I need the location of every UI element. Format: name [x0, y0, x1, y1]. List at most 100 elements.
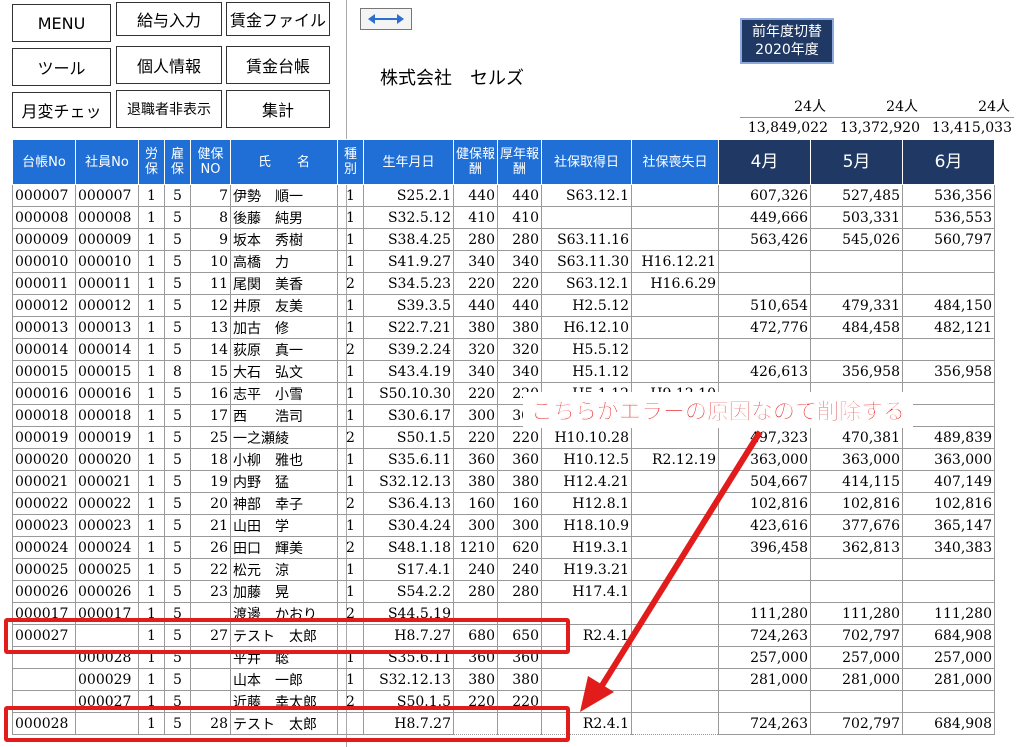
table-cell[interactable] — [631, 514, 719, 537]
table-cell[interactable]: 1 — [138, 470, 165, 493]
table-cell[interactable]: 1 — [337, 382, 364, 405]
table-cell[interactable] — [631, 360, 719, 383]
table-row[interactable]: 000010 000010 1 5 10 高橋 力 1 S41.9.27 340 340 S63.1… — [12, 250, 995, 273]
table-cell[interactable] — [631, 228, 719, 251]
table-cell[interactable]: 000020 — [12, 448, 76, 471]
table-cell[interactable]: S32.12.13 — [363, 470, 454, 493]
table-cell[interactable]: 加古 修 — [230, 316, 338, 339]
table-cell[interactable]: 21 — [190, 514, 231, 537]
table-row[interactable]: 000024 000024 1 5 26 田口 輝美 2 S48.1.18 1210 620 H19… — [12, 536, 995, 559]
table-row[interactable]: 000011 000011 1 5 11 尾関 美香 2 S34.5.23 220 220 S63.… — [12, 272, 995, 295]
table-cell[interactable]: 一之瀬綾 — [230, 426, 338, 449]
table-cell[interactable]: 山田 学 — [230, 514, 338, 537]
table-cell[interactable]: 7 — [190, 184, 231, 207]
table-cell[interactable]: 000012 — [12, 294, 76, 317]
table-cell[interactable]: 1 — [138, 184, 165, 207]
table-cell[interactable]: 440 — [497, 184, 542, 207]
table-cell[interactable]: 684,908 — [902, 624, 995, 647]
table-cell[interactable] — [631, 184, 719, 207]
table-cell[interactable]: 724,263 — [718, 712, 811, 735]
table-cell[interactable] — [631, 668, 719, 691]
table-cell[interactable]: 380 — [453, 668, 498, 691]
table-cell[interactable]: 000013 — [75, 316, 139, 339]
table-cell[interactable]: 5 — [164, 250, 191, 273]
table-cell[interactable]: 1 — [337, 580, 364, 603]
table-cell[interactable]: 426,613 — [718, 360, 811, 383]
table-cell[interactable]: 102,816 — [902, 492, 995, 515]
table-cell[interactable]: 414,115 — [810, 470, 903, 493]
table-cell[interactable]: 2 — [337, 426, 364, 449]
table-cell[interactable] — [902, 580, 995, 603]
table-cell[interactable] — [902, 690, 995, 713]
table-cell[interactable]: 000009 — [12, 228, 76, 251]
table-cell[interactable]: H16.12.21 — [631, 250, 719, 273]
table-cell[interactable]: 281,000 — [902, 668, 995, 691]
table-cell[interactable]: 724,263 — [718, 624, 811, 647]
table-cell[interactable]: H12.8.1 — [541, 492, 632, 515]
table-cell[interactable]: 1 — [337, 360, 364, 383]
wage-ledger-button[interactable]: 賃金台帳 — [226, 46, 330, 84]
table-cell[interactable]: 000025 — [75, 558, 139, 581]
table-cell[interactable]: 1 — [337, 448, 364, 471]
table-cell[interactable]: 503,331 — [810, 206, 903, 229]
table-cell[interactable]: 2 — [337, 536, 364, 559]
table-cell[interactable]: 000023 — [12, 514, 76, 537]
table-cell[interactable] — [718, 580, 811, 603]
table-cell[interactable]: 340 — [453, 360, 498, 383]
table-cell[interactable]: 340 — [497, 250, 542, 273]
table-cell[interactable]: H19.3.21 — [541, 558, 632, 581]
table-cell[interactable]: 1 — [337, 294, 364, 317]
table-cell[interactable]: 360 — [453, 448, 498, 471]
table-cell[interactable]: 257,000 — [810, 646, 903, 669]
table-cell[interactable]: 1 — [337, 514, 364, 537]
table-cell[interactable]: 5 — [164, 206, 191, 229]
table-cell[interactable]: 1 — [337, 404, 364, 427]
table-cell[interactable]: S48.1.18 — [363, 536, 454, 559]
table-cell[interactable]: 000008 — [75, 206, 139, 229]
table-cell[interactable]: 527,485 — [810, 184, 903, 207]
table-cell[interactable]: 5 — [164, 184, 191, 207]
table-cell[interactable]: 160 — [497, 492, 542, 515]
table-cell[interactable]: 000020 — [75, 448, 139, 471]
table-cell[interactable]: S50.1.5 — [363, 426, 454, 449]
table-row[interactable]: 000013 000013 1 5 13 加古 修 1 S22.7.21 380 380 H6.12… — [12, 316, 995, 339]
table-cell[interactable]: 加藤 晃 — [230, 580, 338, 603]
table-cell[interactable]: 23 — [190, 580, 231, 603]
table-cell[interactable]: 360 — [497, 448, 542, 471]
table-cell[interactable]: 504,667 — [718, 470, 811, 493]
table-cell[interactable]: 497,323 — [718, 426, 811, 449]
table-cell[interactable]: 000007 — [75, 184, 139, 207]
table-cell[interactable]: 高橋 力 — [230, 250, 338, 273]
table-cell[interactable]: 1 — [337, 206, 364, 229]
table-cell[interactable]: 志平 小雪 — [230, 382, 338, 405]
menu-button[interactable]: MENU — [12, 4, 111, 42]
table-cell[interactable]: 8 — [164, 360, 191, 383]
table-row[interactable]: 000020 000020 1 5 18 小柳 雅也 1 S35.6.11 360 360 H10.… — [12, 448, 995, 471]
table-cell[interactable]: 1 — [138, 206, 165, 229]
table-cell[interactable]: 5 — [164, 316, 191, 339]
table-cell[interactable]: 280 — [497, 228, 542, 251]
table-cell[interactable]: 102,816 — [810, 492, 903, 515]
table-cell[interactable]: 1 — [138, 294, 165, 317]
table-cell[interactable]: 16 — [190, 382, 231, 405]
table-cell[interactable]: 000022 — [12, 492, 76, 515]
table-cell[interactable]: 1 — [337, 558, 364, 581]
table-cell[interactable]: S39.3.5 — [363, 294, 454, 317]
table-cell[interactable]: S54.2.2 — [363, 580, 454, 603]
table-cell[interactable]: 111,280 — [810, 602, 903, 625]
table-cell[interactable]: 1 — [138, 448, 165, 471]
table-cell[interactable] — [631, 470, 719, 493]
table-cell[interactable]: 000024 — [75, 536, 139, 559]
table-cell[interactable]: S43.4.19 — [363, 360, 454, 383]
table-cell[interactable]: S63.11.30 — [541, 250, 632, 273]
personal-info-button[interactable]: 個人情報 — [116, 46, 222, 84]
table-row[interactable]: 000009 000009 1 5 9 坂本 秀樹 1 S38.4.25 280 280 S63.1… — [12, 228, 995, 251]
table-cell[interactable]: 000026 — [12, 580, 76, 603]
table-cell[interactable]: 240 — [453, 558, 498, 581]
table-cell[interactable]: 5 — [164, 580, 191, 603]
table-cell[interactable] — [810, 272, 903, 295]
table-cell[interactable] — [902, 272, 995, 295]
table-cell[interactable]: 365,147 — [902, 514, 995, 537]
table-cell[interactable]: 1 — [337, 228, 364, 251]
table-cell[interactable]: 440 — [497, 294, 542, 317]
